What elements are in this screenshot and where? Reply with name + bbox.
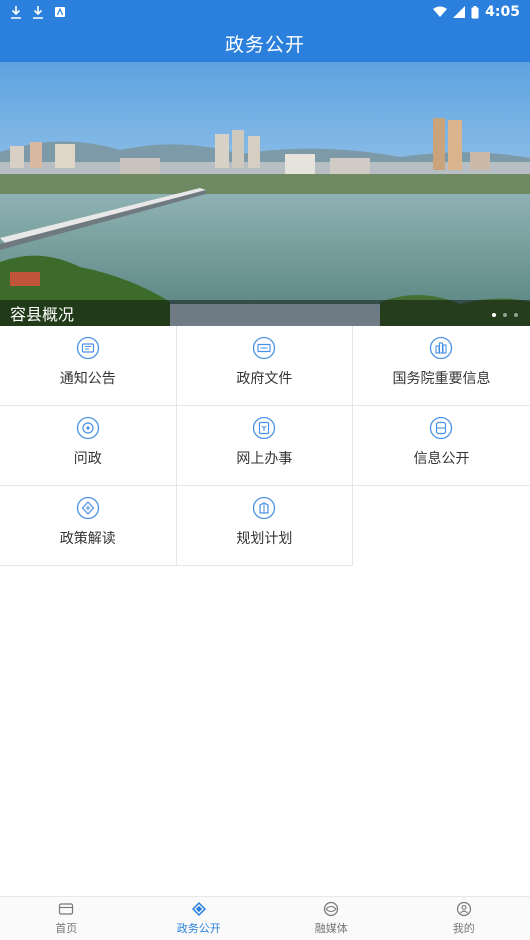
page-title: 政务公开 [224, 33, 305, 56]
nav-label: 融媒体 [314, 922, 348, 935]
status-time: 4:05 [485, 4, 520, 20]
nav-label: 我的 [452, 922, 475, 935]
profile-icon [456, 901, 471, 917]
carousel-dot[interactable] [514, 313, 518, 317]
carousel-dot[interactable] [503, 313, 507, 317]
carousel-indicator [492, 313, 518, 317]
grid-row: 通知公告 政府文件 国务院重要信息 [0, 326, 530, 406]
wifi-icon [433, 6, 448, 17]
nav-item-media[interactable]: 融媒体 [265, 897, 398, 940]
building-icon [430, 336, 453, 360]
media-icon [324, 901, 339, 917]
grid-item-gov-documents[interactable]: 政府文件 [176, 326, 354, 406]
status-system: 4:05 [433, 4, 520, 20]
nav-label: 首页 [55, 922, 78, 935]
grid-item-label: 信息公开 [413, 451, 470, 467]
question-icon [76, 416, 99, 440]
carousel-dot[interactable] [492, 313, 496, 317]
download-icon [33, 6, 43, 19]
app-notification-icon [55, 7, 65, 17]
banner-caption: 容县概况 [10, 305, 75, 324]
grid-item-state-council[interactable]: 国务院重要信息 [353, 326, 530, 406]
info-icon [430, 416, 453, 440]
status-notifications [10, 5, 66, 19]
bottom-nav: 首页 政务公开 融媒体 我的 [0, 896, 530, 940]
app-header: 政务公开 [0, 24, 530, 62]
grid-item-inquiry[interactable]: 问政 [0, 406, 177, 486]
document-icon [253, 336, 276, 360]
nav-label: 政务公开 [176, 922, 221, 935]
grid-item-policy-interpretation[interactable]: 政策解读 [0, 486, 177, 566]
app-root: 4:05 政务公开 容县概况 通知公告 政府文件 国务院重要信息 问政 网上办事… [0, 0, 530, 940]
signal-icon [453, 6, 466, 18]
banner-carousel[interactable]: 容县概况 [0, 62, 530, 326]
grid-item-label: 政策解读 [59, 531, 116, 547]
service-icon [253, 416, 276, 440]
policy-icon [76, 496, 99, 520]
grid-empty-cell [353, 486, 530, 566]
category-grid: 通知公告 政府文件 国务院重要信息 问政 网上办事 信息公开 政策解读 规划计划 [0, 326, 530, 566]
home-icon [59, 903, 74, 915]
grid-item-label: 通知公告 [59, 371, 116, 387]
notice-icon [76, 336, 99, 360]
grid-item-info-disclosure[interactable]: 信息公开 [353, 406, 530, 486]
nav-item-gov-affairs[interactable]: 政务公开 [133, 897, 266, 940]
grid-item-label: 国务院重要信息 [392, 371, 491, 387]
gov-icon [191, 902, 206, 916]
grid-item-online-services[interactable]: 网上办事 [176, 406, 354, 486]
grid-item-label: 问政 [73, 451, 102, 467]
grid-row: 问政 网上办事 信息公开 [0, 406, 530, 486]
grid-row: 政策解读 规划计划 [0, 486, 530, 566]
nav-item-profile[interactable]: 我的 [398, 897, 530, 940]
grid-item-planning[interactable]: 规划计划 [176, 486, 354, 566]
banner-image [0, 62, 530, 326]
grid-item-notice[interactable]: 通知公告 [0, 326, 177, 406]
nav-item-home[interactable]: 首页 [0, 897, 133, 940]
download-icon [11, 6, 21, 19]
status-bar: 4:05 [0, 0, 530, 24]
banner-caption-bar: 容县概况 [0, 300, 530, 326]
plan-icon [253, 496, 276, 520]
grid-item-label: 规划计划 [236, 531, 293, 547]
grid-item-label: 网上办事 [236, 451, 293, 467]
grid-item-label: 政府文件 [236, 371, 293, 387]
battery-icon [471, 5, 479, 18]
